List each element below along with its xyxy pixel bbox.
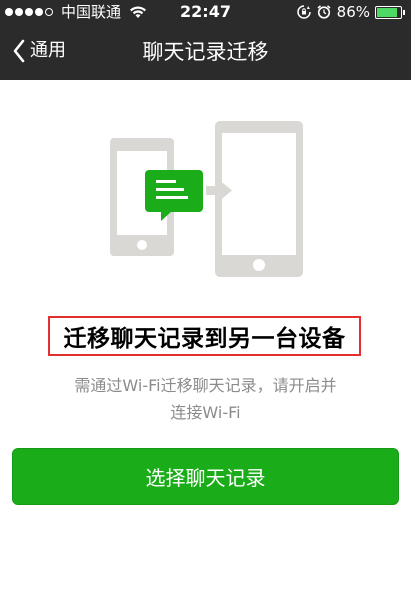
- select-chat-history-button[interactable]: 选择聊天记录: [12, 448, 399, 505]
- status-right: 86%: [296, 3, 405, 21]
- battery-percent: 86%: [336, 3, 370, 21]
- description-line-2: 连接Wi-Fi: [170, 403, 241, 422]
- status-bar: 中国联通 22:47 86%: [0, 0, 411, 24]
- page-title: 聊天记录迁移: [142, 40, 269, 64]
- navigation-bar: 通用 聊天记录迁移: [0, 24, 411, 80]
- migration-illustration: [110, 121, 303, 277]
- tablet-icon: [215, 121, 303, 277]
- description: 需通过Wi-Fi迁移聊天记录，请开启并 连接Wi-Fi: [40, 372, 371, 426]
- battery-icon: [375, 5, 405, 19]
- alarm-icon: [317, 5, 331, 19]
- rotation-lock-icon: [296, 5, 311, 19]
- main-heading: 迁移聊天记录到另一台设备: [63, 326, 346, 352]
- description-line-1: 需通过Wi-Fi迁移聊天记录，请开启并: [74, 376, 337, 395]
- heading-highlight-box: 迁移聊天记录到另一台设备: [48, 316, 361, 356]
